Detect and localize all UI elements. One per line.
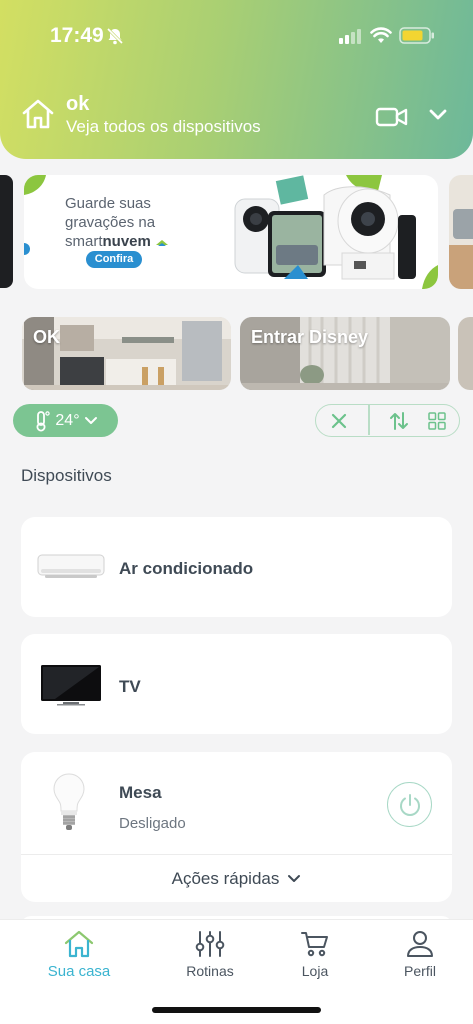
device-name: Mesa <box>119 783 162 802</box>
banner-line-2: gravações na <box>65 214 156 231</box>
banner-cta-button[interactable]: Confira <box>86 251 142 268</box>
wifi-icon <box>370 26 392 44</box>
quick-actions-label: Ações rápidas <box>171 869 280 888</box>
air-conditioner-icon <box>37 554 105 578</box>
promo-banner[interactable]: Guarde suas gravações na smartnuvem Conf… <box>24 175 438 289</box>
chevron-down-icon <box>84 416 97 424</box>
cart-icon <box>301 932 328 957</box>
nav-label: Rotinas <box>186 963 234 979</box>
banner-brand-bold: nuvem <box>102 233 151 250</box>
bell-off-icon <box>106 27 124 45</box>
scene-card-ok[interactable]: OK <box>22 317 231 390</box>
home-icon[interactable] <box>21 98 55 130</box>
scene-label: OK <box>33 327 60 347</box>
app-header: 17:49 ok Veja todos os dispositivos <box>0 0 473 159</box>
quick-actions-toggle[interactable]: Ações rápidas <box>21 869 452 889</box>
power-button[interactable] <box>387 782 432 827</box>
nav-label: Perfil <box>404 963 436 979</box>
nav-label: Loja <box>301 963 329 979</box>
scene-card-next[interactable] <box>458 317 473 390</box>
sliders-icon <box>195 931 225 957</box>
nav-item-rotinas[interactable]: Rotinas <box>165 930 255 979</box>
close-icon[interactable] <box>329 411 349 431</box>
banner-brand: smartnuvem <box>65 232 169 251</box>
home-indicator[interactable] <box>152 1007 321 1013</box>
nav-item-sua-casa[interactable]: Sua casa <box>34 930 124 980</box>
chevron-down-icon[interactable] <box>428 108 448 122</box>
see-all-devices-link[interactable]: Veja todos os dispositivos <box>66 117 261 137</box>
device-card-air-conditioner[interactable]: Ar condicionado <box>21 517 452 617</box>
nav-item-perfil[interactable]: Perfil <box>375 930 465 979</box>
temperature-filter[interactable]: 24° <box>13 404 118 437</box>
scene-card-entrar-disney[interactable]: Entrar Disney <box>240 317 450 390</box>
banner-next-floor <box>449 245 473 289</box>
thermometer-icon <box>36 410 51 431</box>
device-card-tv[interactable]: TV <box>21 634 452 734</box>
home-name[interactable]: ok <box>66 93 89 116</box>
banner-text: Guarde suas gravações na smartnuvem <box>65 194 169 251</box>
scene-label: Entrar Disney <box>251 327 369 347</box>
chevron-down-icon <box>288 875 301 882</box>
light-bulb-icon <box>53 773 85 830</box>
signal-icon <box>339 28 363 44</box>
card-divider <box>21 854 452 855</box>
battery-icon <box>399 27 435 44</box>
tv-icon <box>41 665 101 706</box>
grid-view-icon[interactable] <box>427 411 447 431</box>
banner-brand-prefix: smart <box>65 233 103 250</box>
status-time: 17:49 <box>50 24 104 47</box>
nav-label: Sua casa <box>47 963 111 980</box>
temperature-value: 24° <box>55 411 80 429</box>
device-name: TV <box>119 677 141 696</box>
device-name: Ar condicionado <box>119 559 254 578</box>
home-icon <box>64 930 94 958</box>
banner-next-artwork <box>453 209 473 239</box>
sort-icon[interactable] <box>388 410 410 432</box>
devices-section-title: Dispositivos <box>21 466 112 485</box>
power-icon <box>399 793 420 816</box>
banner-line-1: Guarde suas <box>65 195 151 212</box>
banner-previous[interactable] <box>0 175 13 288</box>
cloud-logo-icon <box>156 239 169 246</box>
user-icon <box>407 931 433 957</box>
video-camera-icon[interactable] <box>375 106 409 128</box>
view-toggle <box>315 404 460 437</box>
nav-item-loja[interactable]: Loja <box>270 930 360 979</box>
toggle-divider <box>368 405 370 435</box>
device-status: Desligado <box>119 815 186 832</box>
banner-next[interactable] <box>449 175 473 289</box>
device-card-mesa[interactable]: Mesa Desligado Ações rápidas <box>21 752 452 902</box>
